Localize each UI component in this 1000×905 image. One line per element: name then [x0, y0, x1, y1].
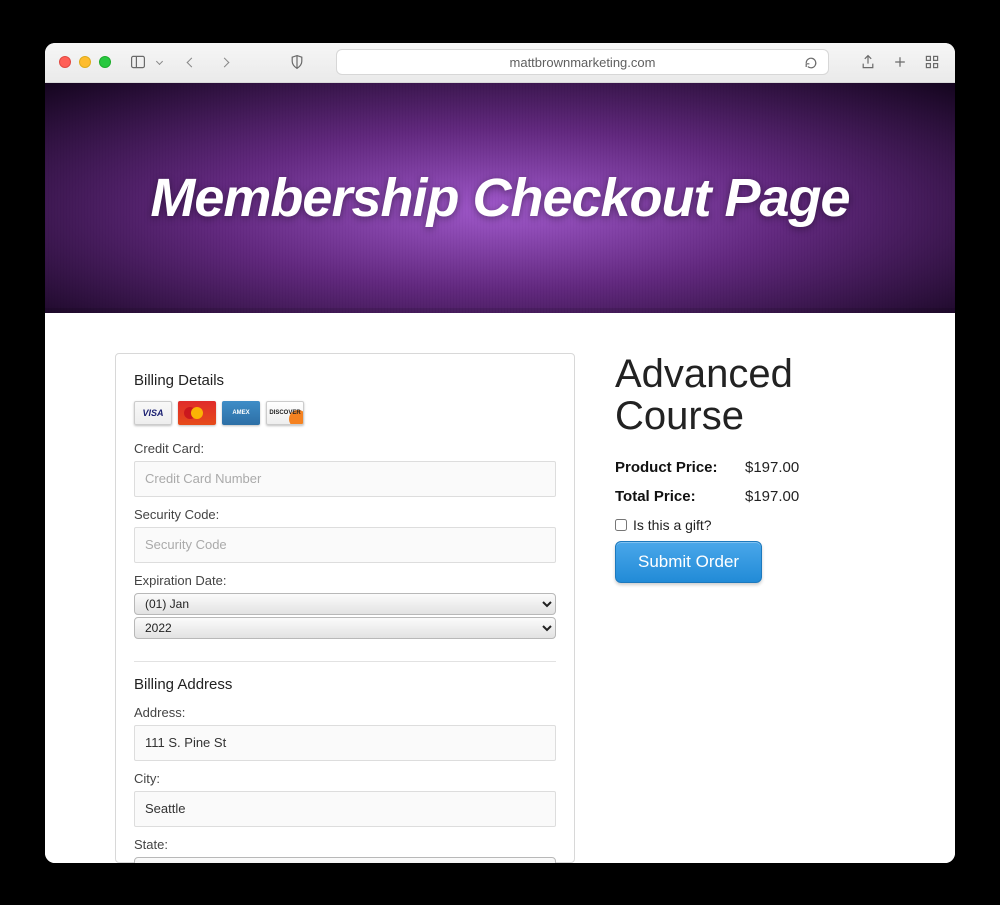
price-row-total: Total Price: $197.00 [615, 488, 885, 505]
sidebar-toggle-icon[interactable] [129, 53, 147, 71]
page-content: Membership Checkout Page Billing Details… [45, 83, 955, 863]
submit-order-button[interactable]: Submit Order [615, 541, 762, 583]
price-value: $197.00 [745, 459, 799, 476]
minimize-window-button[interactable] [79, 56, 91, 68]
credit-card-label: Credit Card: [134, 441, 556, 456]
security-code-input[interactable] [134, 527, 556, 563]
nav-back-button[interactable] [187, 57, 197, 67]
product-name: Advanced Course [615, 353, 885, 437]
billing-details-heading: Billing Details [134, 372, 556, 389]
order-summary: Advanced Course Product Price: $197.00 T… [615, 353, 885, 863]
security-code-label: Security Code: [134, 507, 556, 522]
new-tab-icon[interactable] [891, 53, 909, 71]
hero-banner: Membership Checkout Page [45, 83, 955, 313]
gift-label: Is this a gift? [633, 517, 712, 533]
page-title: Membership Checkout Page [150, 167, 849, 229]
maximize-window-button[interactable] [99, 56, 111, 68]
price-row-product: Product Price: $197.00 [615, 459, 885, 476]
url-text: mattbrownmarketing.com [510, 55, 656, 70]
state-label: State: [134, 837, 556, 852]
reload-icon[interactable] [802, 54, 820, 72]
shield-icon[interactable] [288, 53, 306, 71]
price-label: Product Price: [615, 459, 745, 476]
state-select[interactable]: Washington [134, 857, 556, 863]
discover-icon: DISCOVER [266, 401, 304, 425]
expiration-month-select[interactable]: (01) Jan [134, 593, 556, 615]
address-input[interactable] [134, 725, 556, 761]
visa-card-icon: VISA [134, 401, 172, 425]
browser-window: mattbrownmarketing.com Membership Checko… [45, 43, 955, 863]
credit-card-input[interactable] [134, 461, 556, 497]
expiration-year-select[interactable]: 2022 [134, 617, 556, 639]
address-label: Address: [134, 705, 556, 720]
amex-icon: AMEX [222, 401, 260, 425]
chevron-down-icon[interactable] [156, 57, 163, 64]
share-icon[interactable] [859, 53, 877, 71]
city-input[interactable] [134, 791, 556, 827]
gift-checkbox[interactable] [615, 519, 627, 531]
url-bar[interactable]: mattbrownmarketing.com [336, 49, 829, 75]
mastercard-icon [178, 401, 216, 425]
price-value: $197.00 [745, 488, 799, 505]
gift-checkbox-row[interactable]: Is this a gift? [615, 517, 885, 533]
accepted-cards: VISA AMEX DISCOVER [134, 401, 556, 425]
tabs-overview-icon[interactable] [923, 53, 941, 71]
section-divider [134, 661, 556, 662]
titlebar: mattbrownmarketing.com [45, 43, 955, 83]
nav-forward-button[interactable] [220, 57, 230, 67]
window-controls [59, 56, 111, 68]
billing-form: Billing Details VISA AMEX DISCOVER Credi… [115, 353, 575, 863]
billing-address-heading: Billing Address [134, 676, 556, 693]
city-label: City: [134, 771, 556, 786]
expiration-label: Expiration Date: [134, 573, 556, 588]
close-window-button[interactable] [59, 56, 71, 68]
price-label: Total Price: [615, 488, 745, 505]
